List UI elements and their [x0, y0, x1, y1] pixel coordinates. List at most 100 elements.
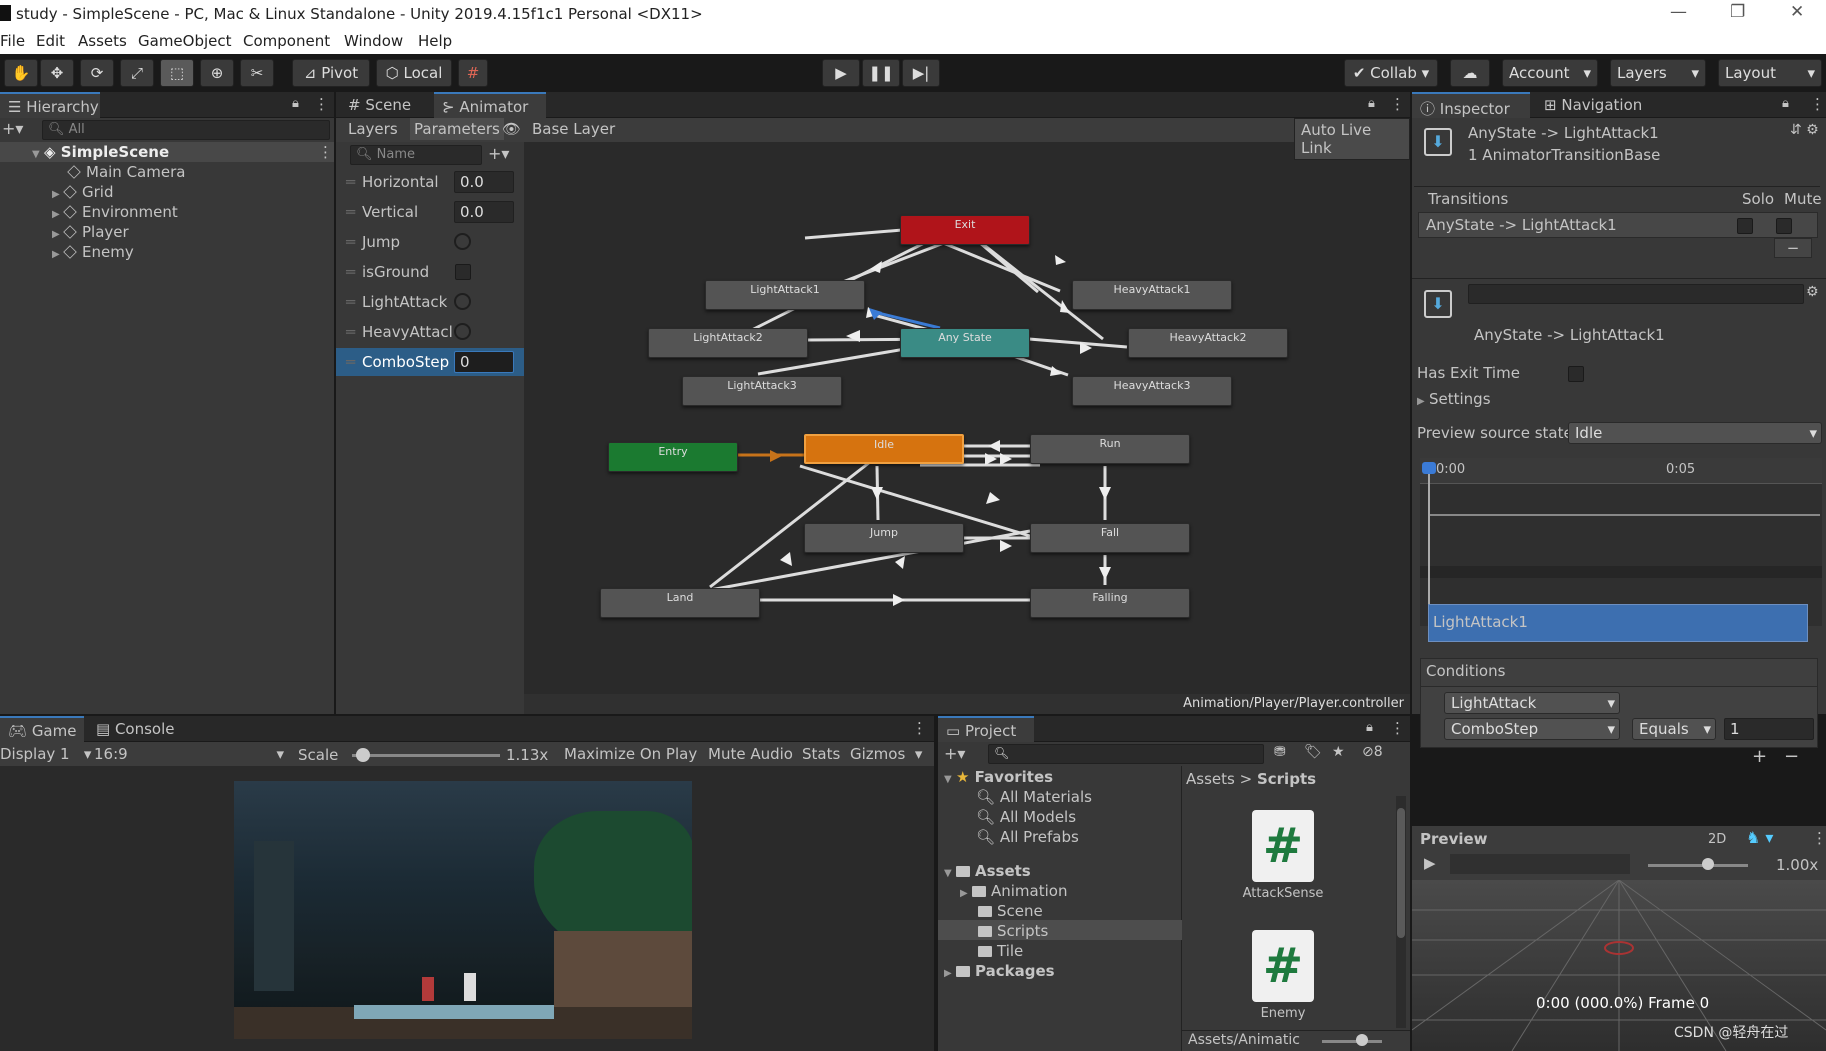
tab-hierarchy[interactable]: ☰ Hierarchy	[0, 92, 100, 118]
close-button[interactable]: ✕	[1790, 2, 1804, 22]
state-heavyattack3[interactable]: HeavyAttack3	[1072, 376, 1232, 406]
hidden-count[interactable]: ⊘8	[1362, 744, 1383, 760]
tab-navigation[interactable]: ⊞ Navigation	[1536, 92, 1650, 118]
scene-item[interactable]: ▼ ◈ SimpleScene	[32, 143, 169, 161]
rotate-tool-button[interactable]: ⟳	[80, 59, 114, 87]
timeline-playhead[interactable]	[1428, 462, 1430, 626]
preview-2d-button[interactable]: 2D	[1708, 832, 1726, 847]
drag-handle-icon[interactable]: ═	[346, 323, 355, 341]
parameter-row[interactable]: ═ HeavyAttacl	[336, 318, 524, 346]
script-file-attacksense[interactable]: # AttackSense	[1238, 810, 1328, 901]
folder-scripts[interactable]: Scripts	[978, 922, 1048, 940]
create-button[interactable]: +▾	[2, 119, 23, 138]
stats-button[interactable]: Stats	[802, 745, 840, 763]
more-menu-icon[interactable]: ⋮	[1390, 95, 1405, 113]
icon-size-thumb[interactable]	[1356, 1034, 1368, 1046]
state-idle[interactable]: Idle	[804, 434, 964, 464]
layout-dropdown[interactable]: Layout ▾	[1718, 59, 1822, 87]
hierarchy-search-input[interactable]: 🔍︎ All	[42, 120, 330, 140]
folder-tile[interactable]: Tile	[978, 942, 1023, 960]
settings-foldout[interactable]: ▶ Settings	[1417, 390, 1491, 408]
favorite-all-models[interactable]: 🔍︎ All Models	[976, 808, 1076, 826]
add-parameter-button[interactable]: +▾	[488, 144, 509, 163]
scale-tool-button[interactable]: ⤢	[120, 59, 154, 87]
state-falling[interactable]: Falling	[1030, 588, 1190, 618]
collab-dropdown[interactable]: ✔ Collab ▾	[1344, 59, 1438, 87]
parameter-row[interactable]: ═ ComboStep 0	[336, 348, 524, 376]
rect-tool-button[interactable]: ⬚	[160, 59, 194, 87]
favorite-all-prefabs[interactable]: 🔍︎ All Prefabs	[976, 828, 1079, 846]
clip-bar[interactable]: LightAttack1	[1428, 604, 1808, 642]
condition-param-dropdown-1[interactable]: LightAttack ▾	[1444, 692, 1620, 714]
condition-value-input[interactable]: 1	[1724, 718, 1814, 740]
grid-snap-button[interactable]: #	[458, 59, 488, 87]
pause-button[interactable]: ❚❚	[862, 59, 900, 87]
state-entry[interactable]: Entry	[608, 442, 738, 472]
lock-icon[interactable]: 🔒︎	[292, 96, 299, 111]
lock-icon[interactable]: 🔒︎	[1368, 96, 1375, 111]
animator-graph[interactable]: Base Layer Auto Live Link Exit LightAtta…	[524, 118, 1410, 714]
transform-tool-button[interactable]: ⊕	[200, 59, 234, 87]
cloud-button[interactable]: ☁	[1450, 59, 1490, 87]
preview-scrubber[interactable]	[1450, 854, 1630, 874]
menu-gameobject[interactable]: GameObject	[138, 32, 232, 50]
breadcrumb-base-layer[interactable]: Base Layer	[532, 120, 615, 138]
minimize-button[interactable]: —	[1670, 2, 1687, 22]
more-menu-icon[interactable]: ⋮	[1810, 95, 1825, 113]
remove-transition-button[interactable]: −	[1774, 238, 1812, 258]
lock-icon[interactable]: 🔒︎	[1366, 720, 1373, 735]
trigger-toggle[interactable]	[454, 293, 471, 310]
settings-icon[interactable]: ⇵ ⚙	[1790, 122, 1819, 138]
move-tool-button[interactable]: ✥	[40, 59, 74, 87]
parameter-row[interactable]: ═ Jump	[336, 228, 524, 256]
project-create-button[interactable]: +▾	[944, 744, 965, 763]
transition-name-input[interactable]	[1468, 284, 1804, 304]
solo-checkbox[interactable]	[1737, 218, 1753, 234]
scale-slider-thumb[interactable]	[356, 748, 370, 762]
settings-icon[interactable]: ⚙	[1806, 284, 1819, 300]
condition-op-dropdown[interactable]: Equals ▾	[1632, 718, 1716, 740]
menu-edit[interactable]: Edit	[36, 32, 65, 50]
hierarchy-item-main-camera[interactable]: Main Camera	[67, 163, 185, 181]
eye-icon[interactable]: 👁︎	[502, 120, 521, 138]
menu-help[interactable]: Help	[418, 32, 452, 50]
state-heavyattack2[interactable]: HeavyAttack2	[1128, 328, 1288, 358]
tab-inspector[interactable]: ⓘ Inspector	[1412, 92, 1530, 118]
scene-menu-icon[interactable]: ⋮	[318, 143, 333, 161]
menu-window[interactable]: Window	[344, 32, 403, 50]
tab-scene[interactable]: # Scene	[340, 92, 419, 118]
filter-label-icon[interactable]: 🏷︎	[1304, 744, 1322, 760]
display-dropdown[interactable]: Display 1 ▾	[0, 745, 91, 763]
lock-icon[interactable]: 🔒︎	[1782, 96, 1789, 111]
script-file-enemy[interactable]: # Enemy	[1238, 930, 1328, 1021]
timeline-marker[interactable]	[1422, 462, 1436, 474]
project-search-input[interactable]: 🔍︎	[988, 744, 1264, 764]
avatar-icon[interactable]: ♞ ▾	[1746, 828, 1773, 847]
drag-handle-icon[interactable]: ═	[346, 263, 355, 281]
breadcrumb-scripts[interactable]: Scripts	[1257, 770, 1316, 788]
preview-play-button[interactable]: ▶	[1424, 854, 1436, 872]
condition-param-dropdown-2[interactable]: ComboStep ▾	[1444, 718, 1620, 740]
trigger-toggle[interactable]	[454, 323, 471, 340]
aspect-dropdown[interactable]: 16:9 ▾	[94, 745, 286, 763]
state-run[interactable]: Run	[1030, 434, 1190, 464]
more-menu-icon[interactable]: ⋮	[1390, 719, 1405, 737]
bool-checkbox[interactable]	[455, 264, 471, 280]
hierarchy-item-grid[interactable]: ▶ Grid	[52, 183, 113, 201]
state-lightattack1[interactable]: LightAttack1	[705, 280, 865, 310]
parameter-value-input[interactable]: 0.0	[454, 171, 514, 193]
menu-component[interactable]: Component	[243, 32, 330, 50]
drag-handle-icon[interactable]: ═	[346, 353, 355, 371]
hierarchy-item-environment[interactable]: ▶ Environment	[52, 203, 178, 221]
play-button[interactable]: ▶	[822, 59, 860, 87]
parameter-value-input[interactable]: 0	[454, 351, 514, 373]
project-scrollbar[interactable]	[1396, 796, 1406, 1028]
drag-handle-icon[interactable]: ═	[346, 293, 355, 311]
trigger-toggle[interactable]	[454, 233, 471, 250]
expand-icon[interactable]: ▶	[52, 209, 64, 220]
pivot-button[interactable]: ⊿ Pivot	[292, 59, 370, 87]
more-menu-icon[interactable]: ⋮	[1812, 829, 1826, 847]
assets-folder[interactable]: ▼ Assets	[944, 862, 1031, 880]
parameter-row[interactable]: ═ Horizontal 0.0	[336, 168, 524, 196]
favorite-icon[interactable]: ★	[1332, 744, 1345, 760]
